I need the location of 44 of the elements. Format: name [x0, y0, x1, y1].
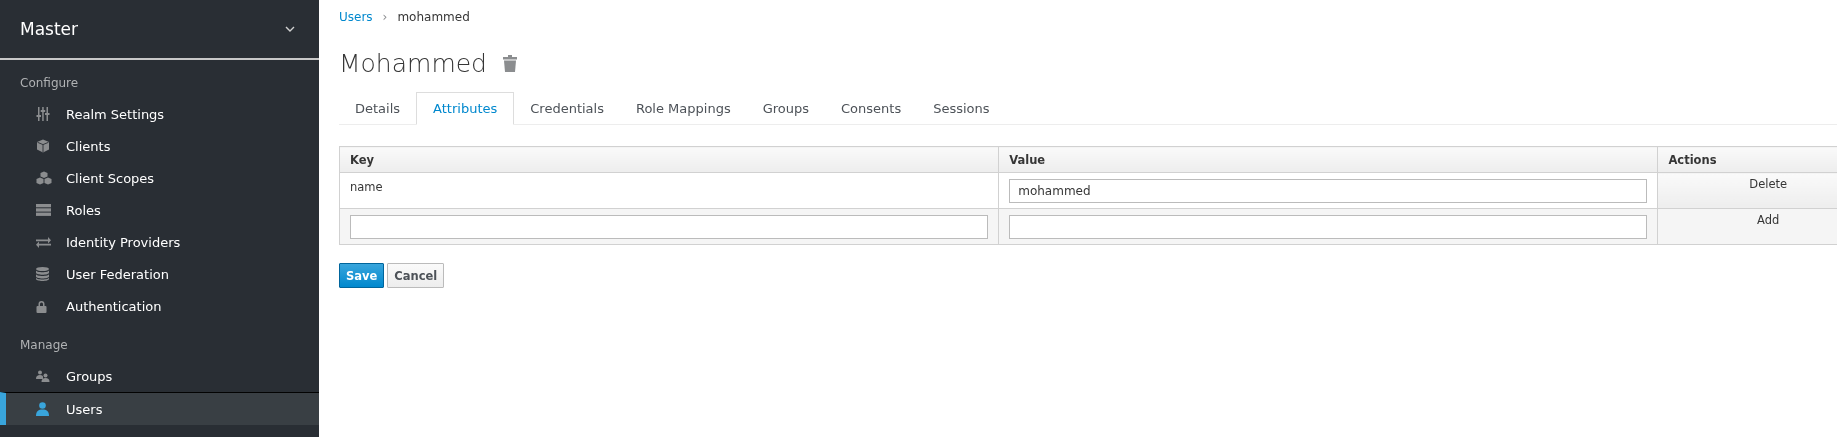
- sidebar-item[interactable]: Identity Providers: [0, 226, 319, 258]
- column-header: Key: [339, 146, 999, 173]
- table-cell-text: name: [350, 179, 383, 196]
- trash-icon[interactable]: [503, 54, 517, 72]
- cubes-icon: [36, 171, 52, 185]
- sidebar-item[interactable]: Clients: [0, 130, 319, 162]
- column-header: Actions: [1657, 146, 1837, 173]
- realm-name[interactable]: Master: [20, 19, 79, 39]
- input-field[interactable]: [1009, 214, 1648, 239]
- tab[interactable]: Role Mappings: [619, 92, 747, 125]
- tab[interactable]: Groups: [746, 92, 826, 125]
- database-icon: [36, 267, 49, 281]
- lock-icon: [36, 299, 47, 313]
- users-icon: [36, 370, 50, 382]
- action-button[interactable]: Add: [1657, 208, 1837, 245]
- sidebar-item[interactable]: Client Scopes: [0, 162, 319, 194]
- server-icon: [36, 204, 51, 216]
- section-heading: Configure: [19, 75, 80, 92]
- sidebar-item[interactable]: Groups: [0, 360, 319, 392]
- section-heading: Manage: [19, 337, 69, 354]
- user-icon: [36, 402, 49, 416]
- tab[interactable]: Credentials: [514, 92, 620, 125]
- breadcrumb-separator: ›: [382, 10, 388, 24]
- action-button[interactable]: Delete: [1657, 172, 1837, 209]
- exchange-icon: [36, 236, 51, 248]
- input-field[interactable]: [350, 214, 989, 239]
- sidebar-item[interactable]: Roles: [0, 194, 319, 226]
- breadcrumb-current: mohammed: [397, 10, 470, 24]
- tab[interactable]: Consents: [825, 92, 918, 125]
- tab[interactable]: Attributes: [416, 92, 515, 125]
- tab[interactable]: Details: [339, 92, 417, 125]
- sidebar-item[interactable]: User Federation: [0, 258, 319, 290]
- page-title: Mohammed: [339, 48, 487, 78]
- sidebar-item[interactable]: Realm Settings: [0, 98, 319, 130]
- sidebar-item[interactable]: Authentication: [0, 290, 319, 322]
- sidebar-item[interactable]: Users: [0, 392, 319, 425]
- cube-icon: [36, 139, 50, 153]
- breadcrumb-link[interactable]: Users: [339, 10, 373, 24]
- cancel-button[interactable]: Cancel: [387, 263, 445, 288]
- sliders-icon: [36, 107, 50, 121]
- input-field[interactable]: mohammed: [1009, 178, 1648, 203]
- chevron-down-icon[interactable]: [285, 26, 295, 32]
- tab[interactable]: Sessions: [917, 92, 1006, 125]
- column-header: Value: [998, 146, 1658, 173]
